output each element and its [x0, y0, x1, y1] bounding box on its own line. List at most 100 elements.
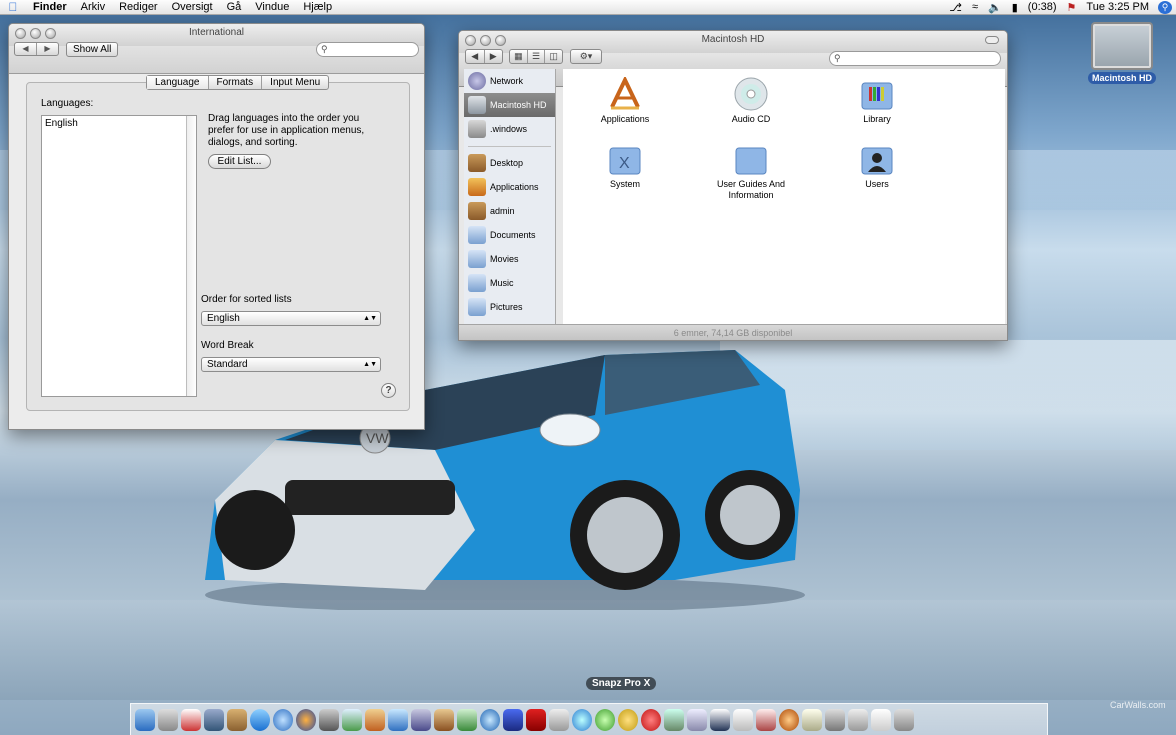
minimize-button[interactable]	[30, 28, 41, 39]
file-item-library[interactable]: Library	[822, 77, 932, 125]
app-icon[interactable]	[848, 708, 868, 731]
sidebar-item-music[interactable]: Music	[464, 271, 555, 295]
snapz-pro-x-icon[interactable]	[549, 708, 569, 731]
toolbar-toggle-button[interactable]	[985, 36, 999, 44]
show-all-button[interactable]: Show All	[66, 42, 119, 57]
wifi-icon[interactable]: ≈	[967, 1, 983, 13]
battery-time[interactable]: (0:38)	[1023, 1, 1062, 13]
tab-formats[interactable]: Formats	[207, 76, 262, 89]
apple-menu-icon[interactable]: 	[0, 0, 26, 15]
idvd-icon[interactable]	[411, 708, 431, 731]
close-button[interactable]	[15, 28, 26, 39]
fireworks-icon[interactable]	[618, 708, 638, 731]
flash-icon[interactable]	[641, 708, 661, 731]
trash-icon[interactable]	[894, 708, 914, 731]
action-menu-button[interactable]: ⚙▾	[570, 49, 602, 64]
sidebar-item-pictures[interactable]: Pictures	[464, 295, 555, 319]
menu-hjaelp[interactable]: Hjælp	[296, 0, 339, 15]
sort-order-select[interactable]: English ▲▼	[201, 311, 381, 326]
app-icon[interactable]	[733, 708, 753, 731]
menu-rediger[interactable]: Rediger	[112, 0, 165, 15]
calculator-icon[interactable]	[158, 708, 178, 731]
ichat-icon[interactable]	[250, 708, 270, 731]
garageband-icon[interactable]	[434, 708, 454, 731]
iphoto-icon[interactable]	[365, 708, 385, 731]
firefox-icon[interactable]	[296, 708, 316, 731]
scrollbar[interactable]	[186, 116, 196, 396]
dreamweaver-icon[interactable]	[595, 708, 615, 731]
utility-icon[interactable]	[319, 708, 339, 731]
volume-icon[interactable]: 🔈	[983, 1, 1007, 14]
app-icon[interactable]	[503, 708, 523, 731]
file-item-system[interactable]: X System	[570, 142, 680, 190]
file-item-users[interactable]: Users	[822, 142, 932, 190]
preview-icon[interactable]	[204, 708, 224, 731]
column-view-icon[interactable]: ◫	[544, 50, 562, 63]
menu-oversigt[interactable]: Oversigt	[165, 0, 220, 15]
help-button[interactable]: ?	[381, 383, 396, 398]
app-icon[interactable]	[687, 708, 707, 731]
zoom-button[interactable]	[45, 28, 56, 39]
menu-app-name[interactable]: Finder	[26, 0, 74, 15]
intel-icon[interactable]	[710, 708, 730, 731]
menu-clock[interactable]: Tue 3:25 PM	[1081, 1, 1154, 13]
back-icon[interactable]: ◀	[466, 50, 484, 63]
battery-icon[interactable]: ▮	[1007, 1, 1023, 14]
menu-arkiv[interactable]: Arkiv	[74, 0, 112, 15]
app-icon[interactable]	[664, 708, 684, 731]
sidebar-item-movies[interactable]: Movies	[464, 247, 555, 271]
minimize-button[interactable]	[480, 35, 491, 46]
back-forward-buttons[interactable]: ◀ ▶	[14, 42, 59, 56]
sidebar-item-admin[interactable]: admin	[464, 199, 555, 223]
spotlight-icon[interactable]: ⚲	[1158, 0, 1172, 14]
sidebar-item-documents[interactable]: Documents	[464, 223, 555, 247]
back-icon[interactable]: ◀	[15, 43, 36, 55]
calendar-icon[interactable]	[181, 708, 201, 731]
textedit-icon[interactable]	[457, 708, 477, 731]
address-book-icon[interactable]	[227, 708, 247, 731]
view-mode-buttons[interactable]: ▦ ☰ ◫	[509, 49, 563, 64]
languages-list[interactable]: English	[41, 115, 197, 397]
document-icon[interactable]	[871, 708, 891, 731]
quicktime-icon[interactable]	[480, 708, 500, 731]
forward-icon[interactable]: ▶	[483, 50, 503, 63]
sidebar-item-desktop[interactable]: Desktop	[464, 151, 555, 175]
tab-input-menu[interactable]: Input Menu	[261, 76, 328, 89]
desktop-macintosh-hd[interactable]: Macintosh HD	[1086, 24, 1158, 84]
menu-vindue[interactable]: Vindue	[248, 0, 296, 15]
app-icon[interactable]	[779, 708, 799, 731]
search-field[interactable]: ⚲	[829, 51, 1001, 66]
file-item-user-guides[interactable]: User Guides And Information	[696, 142, 806, 201]
app-icon[interactable]	[526, 708, 546, 731]
menu-ga[interactable]: Gå	[220, 0, 249, 15]
app-icon[interactable]	[572, 708, 592, 731]
search-field[interactable]: ⚲	[316, 42, 419, 57]
word-break-select[interactable]: Standard ▲▼	[201, 357, 381, 372]
edit-list-button[interactable]: Edit List...	[208, 154, 271, 169]
back-forward-buttons[interactable]: ◀ ▶	[465, 49, 503, 64]
file-item-applications[interactable]: Applications	[570, 75, 680, 125]
stepper-arrows-icon: ▲▼	[363, 361, 377, 368]
sidebar-item-applications[interactable]: Applications	[464, 175, 555, 199]
list-item[interactable]: English	[42, 116, 196, 131]
icon-view-icon[interactable]: ▦	[510, 50, 527, 63]
file-item-audio-cd[interactable]: Audio CD	[696, 77, 806, 125]
flag-icon[interactable]: ⚑	[1062, 1, 1082, 14]
close-button[interactable]	[465, 35, 476, 46]
bluetooth-icon[interactable]: ⎇	[944, 1, 967, 14]
zoom-button[interactable]	[495, 35, 506, 46]
list-view-icon[interactable]: ☰	[526, 50, 545, 63]
safari-icon[interactable]	[273, 708, 293, 731]
forward-icon[interactable]: ▶	[36, 43, 58, 55]
sidebar-item-network[interactable]: Network	[464, 69, 555, 93]
finder-icon[interactable]	[135, 708, 155, 731]
itunes-icon[interactable]	[342, 708, 362, 731]
sidebar-item-windows[interactable]: .windows	[464, 117, 555, 141]
sidebar-item-macintosh-hd[interactable]: Macintosh HD	[464, 93, 555, 117]
imovie-icon[interactable]	[388, 708, 408, 731]
system-preferences-icon[interactable]	[825, 708, 845, 731]
file-item-label: Applications	[600, 114, 650, 124]
app-icon[interactable]	[756, 708, 776, 731]
tab-language[interactable]: Language	[147, 76, 208, 89]
app-icon[interactable]	[802, 708, 822, 731]
